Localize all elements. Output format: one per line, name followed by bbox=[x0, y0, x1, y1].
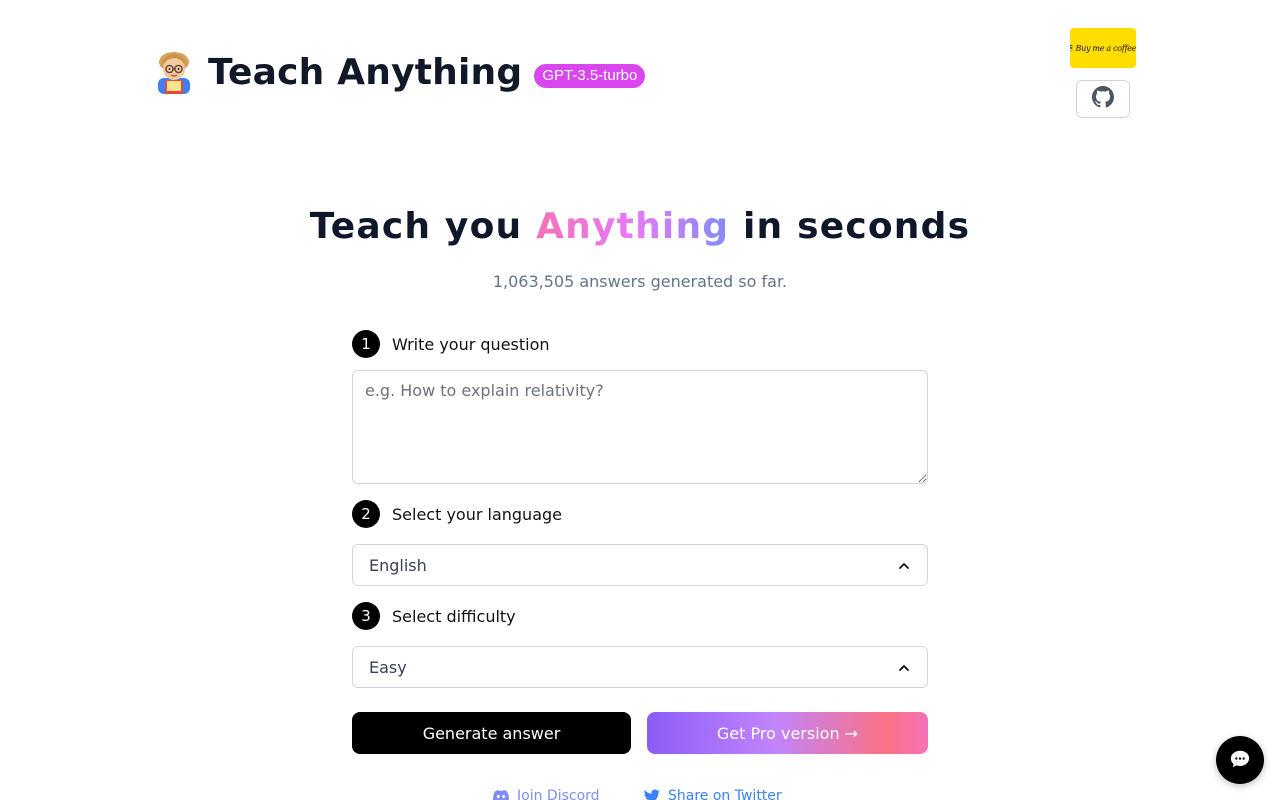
hero-title-prefix: Teach you bbox=[309, 206, 537, 247]
coffee-label: Buy me a coffee bbox=[1075, 43, 1137, 53]
language-select[interactable]: English bbox=[352, 544, 928, 586]
difficulty-selected-value: Easy bbox=[369, 657, 407, 677]
step-2: 2 Select your language bbox=[352, 500, 562, 528]
hero-title: Teach you Anything in seconds bbox=[0, 206, 1280, 247]
difficulty-select[interactable]: Easy bbox=[352, 646, 928, 688]
share-on-twitter-label: Share on Twitter bbox=[668, 788, 782, 800]
step-label: Select your language bbox=[392, 504, 562, 524]
join-discord-link[interactable]: Join Discord bbox=[493, 788, 600, 800]
step-number-badge: 3 bbox=[352, 602, 380, 630]
discord-icon bbox=[493, 788, 509, 800]
question-input[interactable] bbox=[352, 370, 928, 484]
step-3: 3 Select difficulty bbox=[352, 602, 516, 630]
step-label: Write your question bbox=[392, 334, 550, 354]
step-label: Select difficulty bbox=[392, 606, 516, 626]
language-selected-value: English bbox=[369, 555, 427, 575]
chat-bubble-icon bbox=[1229, 748, 1251, 773]
github-button[interactable] bbox=[1076, 80, 1130, 118]
app-title: Teach Anything bbox=[208, 51, 523, 93]
hero-title-suffix: in seconds bbox=[729, 206, 971, 247]
brand-header: Teach Anything GPT-3.5-turbo bbox=[152, 50, 646, 94]
step-number-badge: 2 bbox=[352, 500, 380, 528]
page: Teach Anything GPT-3.5-turbo Buy me a co… bbox=[0, 0, 1280, 800]
share-on-twitter-link[interactable]: Share on Twitter bbox=[644, 788, 782, 800]
answers-count: 1,063,505 answers generated so far. bbox=[492, 272, 788, 291]
twitter-icon bbox=[644, 788, 660, 800]
chevron-up-icon bbox=[897, 558, 911, 572]
model-badge: GPT-3.5-turbo bbox=[534, 64, 646, 88]
get-pro-version-button[interactable]: Get Pro version → bbox=[647, 712, 928, 754]
hero-title-accent: Anything bbox=[536, 206, 730, 247]
teacher-emoji-icon bbox=[152, 50, 196, 94]
chevron-up-icon bbox=[897, 660, 911, 674]
generate-answer-button[interactable]: Generate answer bbox=[352, 712, 631, 754]
chat-widget-button[interactable] bbox=[1216, 736, 1264, 784]
coffee-cup-icon bbox=[1070, 45, 1073, 51]
buy-me-a-coffee-button[interactable]: Buy me a coffee bbox=[1070, 28, 1136, 68]
join-discord-label: Join Discord bbox=[517, 788, 600, 800]
step-number-badge: 1 bbox=[352, 330, 380, 358]
github-icon bbox=[1092, 86, 1114, 112]
step-1: 1 Write your question bbox=[352, 330, 550, 358]
